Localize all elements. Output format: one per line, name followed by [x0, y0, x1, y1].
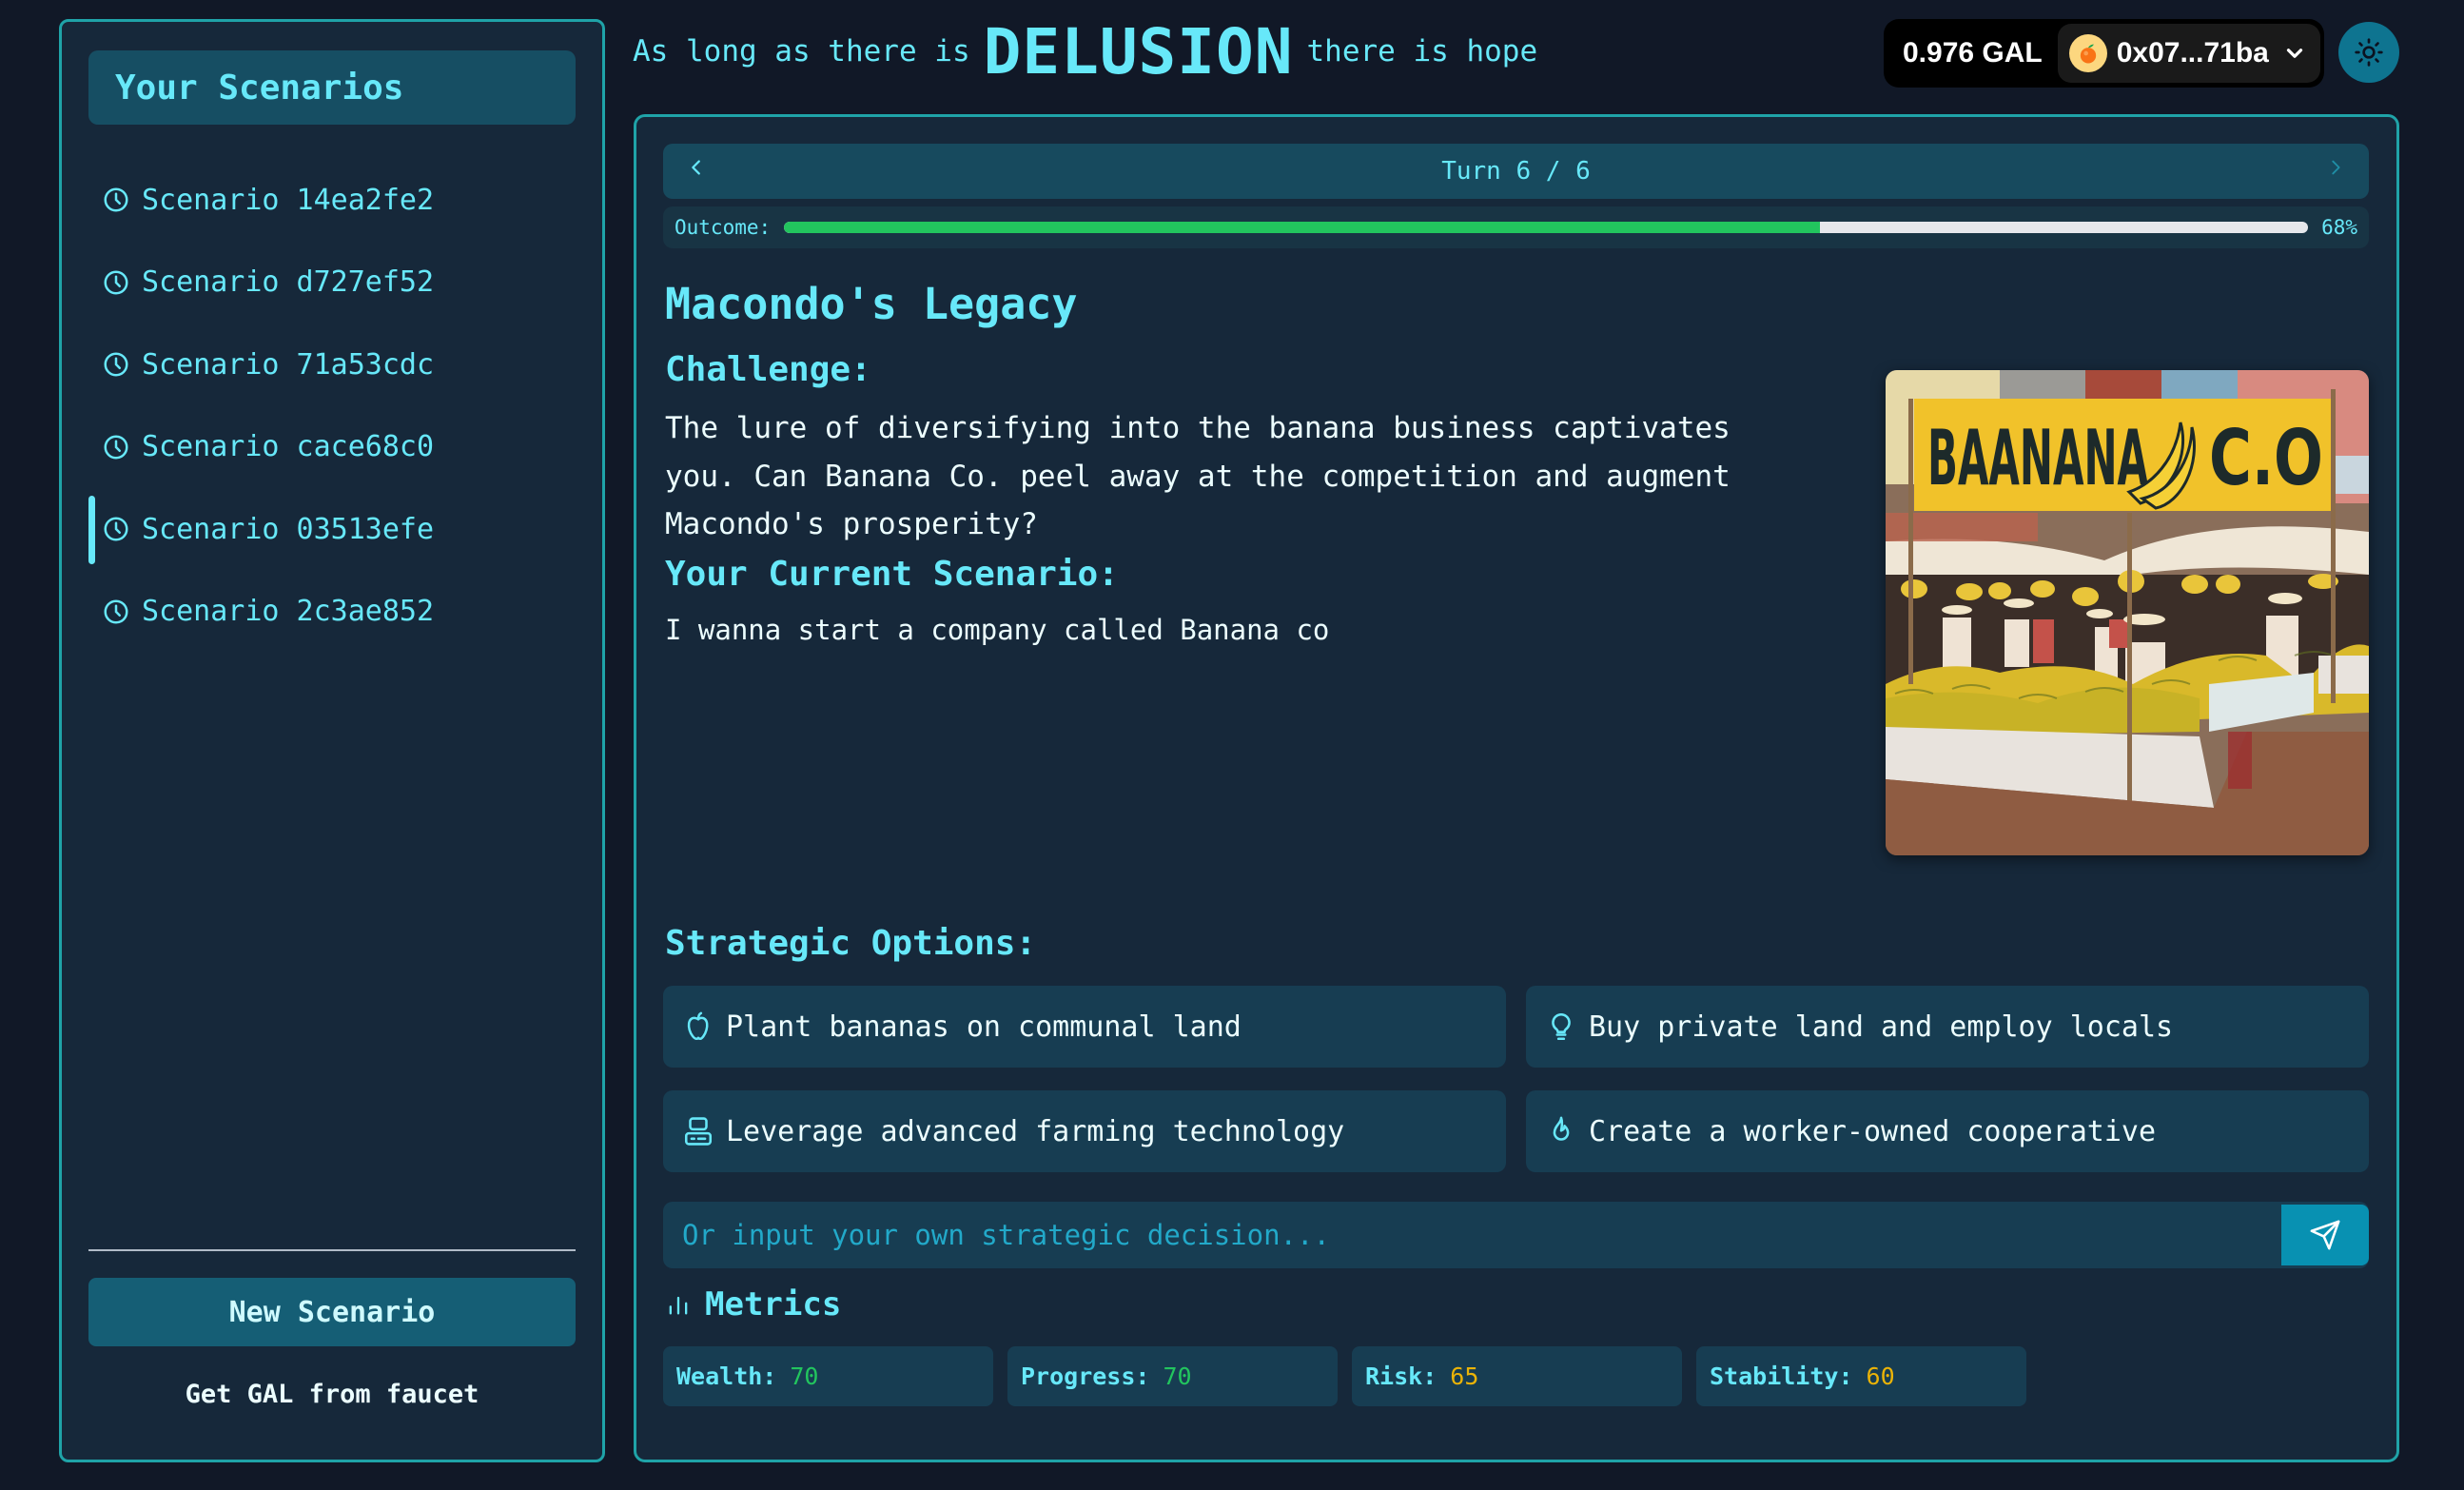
outcome-bar: Outcome: 68% [663, 206, 2369, 248]
chevron-right-icon [2332, 160, 2340, 175]
turn-navigator: Turn 6 / 6 [663, 144, 2369, 199]
scenario-list: Scenario 14ea2fe2 Scenario d727ef52 Scen… [88, 159, 576, 653]
challenge-heading: Challenge: [665, 350, 871, 389]
clock-icon [102, 433, 130, 461]
tagline-emphasis: DELUSION [983, 14, 1294, 88]
metric-value: 65 [1450, 1363, 1479, 1390]
scenario-item[interactable]: Scenario 14ea2fe2 [88, 159, 576, 242]
scenario-item[interactable]: Scenario 71a53cdc [88, 323, 576, 406]
metric-wealth: Wealth: 70 [663, 1346, 993, 1406]
scenario-item-active[interactable]: Scenario 03513efe [88, 488, 576, 571]
sign-text-right: C.O [2209, 414, 2323, 502]
tagline-prefix: As long as there is [633, 34, 970, 69]
scenario-image: BAANANA C.O [1886, 370, 2369, 855]
decision-input[interactable] [663, 1202, 2281, 1268]
current-scenario-text: I wanna start a company called Banana co [665, 614, 1330, 646]
clock-icon [102, 350, 130, 379]
outcome-label: Outcome: [675, 216, 772, 239]
sun-icon [2354, 37, 2384, 68]
flame-icon [1545, 1115, 1577, 1147]
send-button[interactable] [2281, 1205, 2369, 1265]
scenario-item-label: Scenario 03513efe [142, 512, 435, 546]
outcome-percent: 68% [2321, 216, 2357, 239]
outcome-progress-track [784, 222, 2309, 233]
apple-icon [682, 1010, 714, 1043]
scenario-item[interactable]: Scenario 2c3ae852 [88, 571, 576, 654]
metric-value: 60 [1866, 1363, 1895, 1390]
option-button[interactable]: Create a worker-owned cooperative [1526, 1090, 2369, 1172]
chevron-down-icon [2282, 41, 2307, 66]
scenario-item-label: Scenario 14ea2fe2 [142, 183, 435, 217]
sidebar-title: Your Scenarios [88, 50, 576, 125]
tagline: As long as there is DELUSION there is ho… [633, 13, 1537, 89]
clock-icon [102, 515, 130, 543]
faucet-link[interactable]: Get GAL from faucet [88, 1365, 576, 1422]
strategic-options: Plant bananas on communal land Buy priva… [663, 986, 2369, 1172]
new-scenario-button[interactable]: New Scenario [88, 1278, 576, 1346]
clock-icon [102, 598, 130, 626]
outcome-progress-fill [784, 222, 1821, 233]
metrics-heading-label: Metrics [705, 1285, 842, 1323]
orange-icon [2068, 34, 2107, 72]
sidebar-divider [88, 1249, 576, 1251]
scenario-item[interactable]: Scenario d727ef52 [88, 242, 576, 324]
metric-value: 70 [1163, 1363, 1192, 1390]
option-button[interactable]: Plant bananas on communal land [663, 986, 1506, 1068]
turn-label: Turn 6 / 6 [1441, 157, 1591, 186]
metrics-heading: Metrics [665, 1285, 841, 1323]
previous-turn-button[interactable] [686, 154, 707, 188]
chevron-left-icon [692, 160, 700, 175]
metric-label: Risk: [1365, 1363, 1437, 1390]
wallet-widget: 0.976 GAL 0x07...71ba [1884, 19, 2324, 88]
next-turn-button[interactable] [2325, 154, 2346, 188]
theme-toggle-button[interactable] [2338, 22, 2399, 83]
scenario-item[interactable]: Scenario cace68c0 [88, 406, 576, 489]
current-scenario-heading: Your Current Scenario: [665, 555, 1119, 594]
metric-value: 70 [790, 1363, 819, 1390]
metric-label: Progress: [1021, 1363, 1150, 1390]
metric-stability: Stability: 60 [1696, 1346, 2026, 1406]
account-button[interactable]: 0x07...71ba [2057, 24, 2320, 83]
sign-text-left: BAANANA [1927, 414, 2148, 502]
metric-progress: Progress: 70 [1007, 1346, 1338, 1406]
decision-input-group [663, 1202, 2369, 1268]
scenario-item-label: Scenario d727ef52 [142, 265, 435, 300]
option-label: Plant bananas on communal land [726, 1010, 1242, 1044]
bar-chart-icon [665, 1289, 692, 1320]
option-label: Leverage advanced farming technology [726, 1114, 1345, 1148]
metric-risk: Risk: 65 [1352, 1346, 1682, 1406]
strategic-options-heading: Strategic Options: [665, 924, 1037, 963]
wallet-balance: 0.976 GAL [1903, 37, 2043, 69]
sidebar: Your Scenarios Scenario 14ea2fe2 Scenari… [59, 19, 605, 1462]
scenario-item-label: Scenario 71a53cdc [142, 347, 435, 382]
option-label: Buy private land and employ locals [1589, 1010, 2174, 1044]
server-icon [682, 1115, 714, 1147]
wallet-address: 0x07...71ba [2116, 37, 2269, 69]
challenge-text: The lure of diversifying into the banana… [665, 411, 1731, 541]
metric-label: Wealth: [676, 1363, 777, 1390]
clock-icon [102, 186, 130, 214]
metric-label: Stability: [1710, 1363, 1853, 1390]
send-icon [2309, 1219, 2341, 1251]
scenario-item-label: Scenario cace68c0 [142, 430, 435, 464]
main-panel: Turn 6 / 6 Outcome: 68% Macondo's Legacy… [634, 114, 2399, 1462]
lightbulb-icon [1545, 1010, 1577, 1043]
option-button[interactable]: Buy private land and employ locals [1526, 986, 2369, 1068]
metrics-list: Wealth: 70 Progress: 70 Risk: 65 Stabili… [663, 1346, 2026, 1406]
option-label: Create a worker-owned cooperative [1589, 1114, 2157, 1148]
clock-icon [102, 268, 130, 297]
option-button[interactable]: Leverage advanced farming technology [663, 1090, 1506, 1172]
scenario-title: Macondo's Legacy [665, 279, 1078, 329]
tagline-suffix: there is hope [1306, 34, 1538, 69]
scenario-item-label: Scenario 2c3ae852 [142, 595, 435, 629]
